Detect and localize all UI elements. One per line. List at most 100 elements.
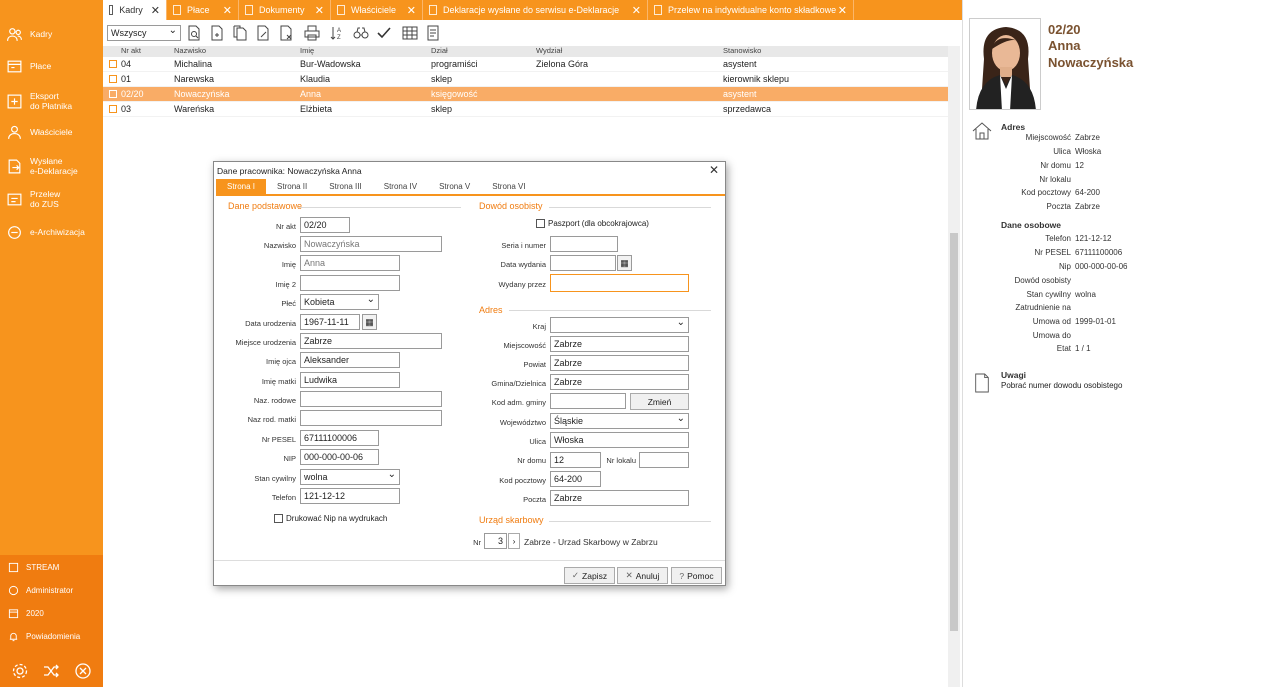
- tab-strona-5[interactable]: Strona V: [428, 179, 481, 194]
- row-checkbox[interactable]: [109, 75, 117, 83]
- year-selector[interactable]: 2020: [0, 602, 103, 625]
- miejscowosc-field[interactable]: Zabrze: [550, 336, 689, 352]
- grid-icon[interactable]: [400, 23, 420, 43]
- nip-field[interactable]: 000-000-00-06: [300, 449, 379, 465]
- tab-strona-1[interactable]: Strona I: [216, 179, 267, 194]
- company-selector[interactable]: STREAM: [0, 556, 103, 579]
- drukowac-nip-checkbox[interactable]: Drukować Nip na wydrukach: [274, 514, 387, 523]
- scroll-thumb[interactable]: [950, 233, 958, 631]
- table-scrollbar[interactable]: [948, 46, 960, 687]
- sidebar-item-earchiwizacja[interactable]: e-Archiwizacja: [0, 224, 91, 240]
- checkmark-icon[interactable]: [374, 23, 394, 43]
- zmien-button[interactable]: Zmień: [630, 393, 689, 410]
- sidebar-item-eksport[interactable]: Eksport do Płatnika: [0, 90, 78, 112]
- delete-doc-icon[interactable]: [276, 23, 296, 43]
- naz-rodowe-field[interactable]: [300, 391, 442, 407]
- employee-filter-select[interactable]: Wszyscy: [107, 25, 181, 41]
- nazwisko-field[interactable]: Nowaczyńska: [300, 236, 442, 252]
- checkbox-box[interactable]: [274, 514, 283, 523]
- user-selector[interactable]: Administrator: [0, 579, 103, 602]
- data-urodzenia-field[interactable]: 1967-11-11: [300, 314, 360, 330]
- seria-field[interactable]: [550, 236, 618, 252]
- tab-przelew[interactable]: Przelew na indywidualne konto składkowe …: [648, 0, 854, 20]
- miejsce-urodzenia-field[interactable]: Zabrze: [300, 333, 442, 349]
- close-icon[interactable]: ✕: [632, 4, 641, 17]
- notifications[interactable]: Powiadomienia: [0, 625, 103, 648]
- imie-matki-field[interactable]: Ludwika: [300, 372, 400, 388]
- stan-cywilny-select[interactable]: wolna: [300, 469, 400, 485]
- calendar-button[interactable]: ▦: [362, 314, 377, 330]
- shuffle-icon[interactable]: [42, 662, 60, 680]
- edit-doc-icon[interactable]: [253, 23, 273, 43]
- data-wydania-field[interactable]: [550, 255, 616, 271]
- naz-rod-matki-field[interactable]: [300, 410, 442, 426]
- close-icon[interactable]: ✕: [407, 4, 416, 17]
- kod-pocztowy-field[interactable]: 64-200: [550, 471, 601, 487]
- tab-dokumenty[interactable]: Dokumenty ✕: [239, 0, 331, 20]
- close-icon[interactable]: ✕: [223, 4, 232, 17]
- tab-kadry[interactable]: Kadry ✕: [103, 0, 167, 20]
- kraj-select[interactable]: [550, 317, 689, 333]
- powiat-field[interactable]: Zabrze: [550, 355, 689, 371]
- add-doc-icon[interactable]: [207, 23, 227, 43]
- pesel-field[interactable]: 67111100006: [300, 430, 379, 446]
- telefon-field[interactable]: 121-12-12: [300, 488, 400, 504]
- col-wydzial[interactable]: Wydział: [536, 46, 723, 57]
- imie-field[interactable]: Anna: [300, 255, 400, 271]
- close-icon[interactable]: ✕: [838, 4, 847, 17]
- calendar-button[interactable]: ▦: [617, 255, 632, 271]
- close-icon[interactable]: ✕: [315, 4, 324, 17]
- sidebar-item-wlasciciele[interactable]: Właściciele: [0, 124, 79, 140]
- tab-wlasciciele[interactable]: Właściciele ✕: [331, 0, 423, 20]
- col-imie[interactable]: Imię: [300, 46, 431, 57]
- row-checkbox[interactable]: [109, 90, 117, 98]
- print-icon[interactable]: [302, 23, 322, 43]
- us-select-button[interactable]: ›: [508, 533, 520, 549]
- save-button[interactable]: ✓ Zapisz: [564, 567, 615, 584]
- kod-adm-field[interactable]: [550, 393, 626, 409]
- poczta-field[interactable]: Zabrze: [550, 490, 689, 506]
- nr-lokalu-field[interactable]: [639, 452, 689, 468]
- row-checkbox[interactable]: [109, 60, 117, 68]
- plec-select[interactable]: Kobieta: [300, 294, 379, 310]
- tab-strona-4[interactable]: Strona IV: [373, 179, 428, 194]
- table-row[interactable]: 03 Wareńska Elżbieta sklep sprzedawca: [103, 102, 948, 117]
- copy-doc-icon[interactable]: [230, 23, 250, 43]
- table-row[interactable]: 01 Narewska Klaudia sklep kierownik skle…: [103, 72, 948, 87]
- checkbox-box[interactable]: [536, 219, 545, 228]
- sidebar-item-wyslane[interactable]: Wysłane e-Deklaracje: [0, 155, 84, 177]
- col-stanowisko[interactable]: Stanowisko: [723, 46, 923, 57]
- tab-place[interactable]: Płace ✕: [167, 0, 239, 20]
- sort-az-icon[interactable]: AZ: [328, 23, 348, 43]
- tab-strona-6[interactable]: Strona VI: [481, 179, 536, 194]
- gmina-field[interactable]: Zabrze: [550, 374, 689, 390]
- imie2-field[interactable]: [300, 275, 400, 291]
- paszport-checkbox[interactable]: Paszport (dla obcokrajowca): [536, 219, 649, 228]
- col-nazwisko[interactable]: Nazwisko: [174, 46, 300, 57]
- tab-strona-3[interactable]: Strona III: [318, 179, 372, 194]
- row-checkbox[interactable]: [109, 105, 117, 113]
- export-list-icon[interactable]: [423, 23, 443, 43]
- table-row[interactable]: 04 Michalina Bur-Wadowska programiści Zi…: [103, 57, 948, 72]
- cancel-button[interactable]: ✕ Anuluj: [617, 567, 668, 584]
- col-nr-akt[interactable]: Nr akt: [103, 46, 174, 57]
- gear-icon[interactable]: [11, 662, 29, 680]
- close-icon[interactable]: ✕: [709, 163, 719, 177]
- close-icon[interactable]: ✕: [151, 4, 160, 17]
- col-dzial[interactable]: Dział: [431, 46, 536, 57]
- search-doc-icon[interactable]: [184, 23, 204, 43]
- tab-deklaracje[interactable]: Deklaracje wysłane do serwisu e-Deklarac…: [423, 0, 648, 20]
- sidebar-item-przelew[interactable]: Przelew do ZUS: [0, 188, 66, 210]
- close-circle-icon[interactable]: [74, 662, 92, 680]
- ulica-field[interactable]: Włoska: [550, 432, 689, 448]
- table-row-selected[interactable]: 02/20 Nowaczyńska Anna księgowość asyste…: [103, 87, 948, 102]
- nr-akt-field[interactable]: 02/20: [300, 217, 350, 233]
- sidebar-item-place[interactable]: Płace: [0, 58, 57, 74]
- wydany-przez-field[interactable]: [550, 274, 689, 292]
- imie-ojca-field[interactable]: Aleksander: [300, 352, 400, 368]
- wojewodztwo-select[interactable]: Śląskie: [550, 413, 689, 429]
- help-button[interactable]: ? Pomoc: [671, 567, 722, 584]
- sidebar-item-kadry[interactable]: Kadry: [0, 26, 58, 42]
- tab-strona-2[interactable]: Strona II: [266, 179, 318, 194]
- us-nr-field[interactable]: 3: [484, 533, 507, 549]
